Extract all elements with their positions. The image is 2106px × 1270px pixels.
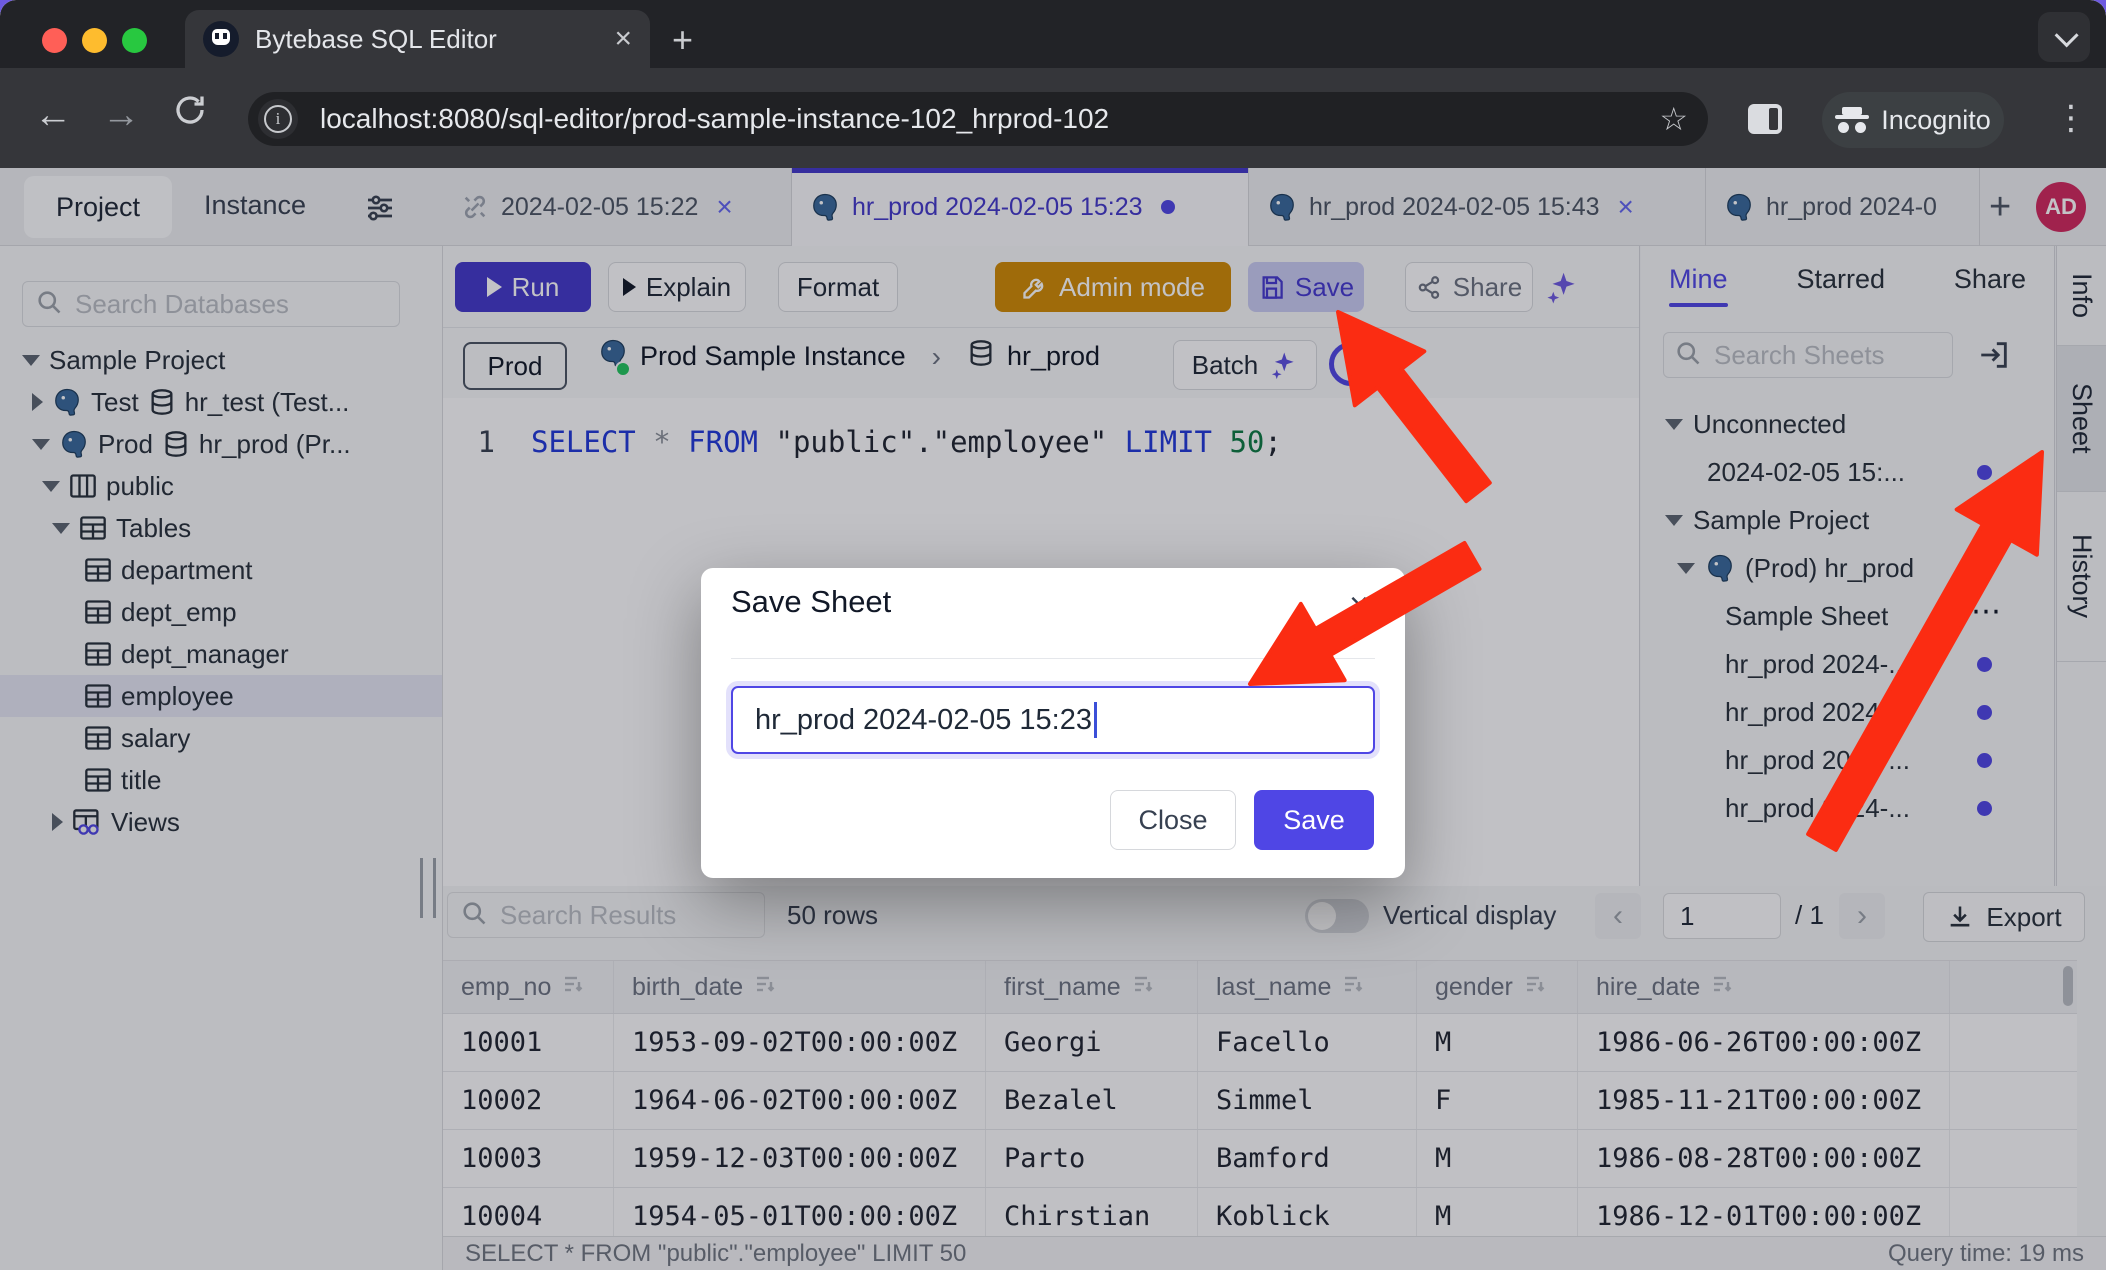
dialog-divider: [731, 658, 1375, 659]
site-info-button[interactable]: i: [258, 99, 298, 139]
save-sheet-dialog: Save Sheet × hr_prod 2024-02-05 15:23 Cl…: [701, 568, 1405, 878]
incognito-badge: Incognito: [1822, 92, 2004, 148]
window-close-button[interactable]: [42, 28, 67, 53]
sheet-name-input[interactable]: hr_prod 2024-02-05 15:23: [731, 686, 1375, 754]
back-button[interactable]: ←: [34, 94, 72, 137]
browser-chrome: Bytebase SQL Editor × + ← → i localhost:…: [0, 0, 2106, 168]
incognito-label: Incognito: [1881, 105, 1991, 136]
browser-tab-title: Bytebase SQL Editor: [255, 24, 497, 55]
window-zoom-button[interactable]: [122, 28, 147, 53]
bookmark-star-icon[interactable]: ☆: [1659, 100, 1688, 138]
text-cursor: [1094, 702, 1097, 738]
dialog-save-button[interactable]: Save: [1254, 790, 1374, 850]
reload-icon: [172, 92, 208, 128]
new-browser-tab-button[interactable]: +: [672, 22, 693, 58]
browser-menu-button[interactable]: ⋮: [2054, 98, 2088, 138]
window-minimize-button[interactable]: [82, 28, 107, 53]
tab-search-button[interactable]: [2038, 12, 2090, 62]
url-text: localhost:8080/sql-editor/prod-sample-in…: [320, 103, 1109, 135]
dialog-close-button[interactable]: Close: [1110, 790, 1236, 850]
sheet-name-value: hr_prod 2024-02-05 15:23: [755, 704, 1092, 737]
reload-button[interactable]: [172, 92, 208, 138]
browser-tab-close-icon[interactable]: ×: [614, 22, 632, 56]
screen: Bytebase SQL Editor × + ← → i localhost:…: [0, 0, 2106, 1270]
dialog-title: Save Sheet: [731, 584, 891, 620]
bytebase-favicon-icon: [203, 21, 239, 57]
incognito-icon: [1835, 107, 1869, 133]
browser-toolbar: ← → i localhost:8080/sql-editor/prod-sam…: [0, 68, 2106, 168]
dialog-close-icon[interactable]: ×: [1349, 586, 1369, 625]
forward-button[interactable]: →: [102, 94, 140, 137]
browser-tab[interactable]: Bytebase SQL Editor ×: [185, 10, 650, 68]
info-icon: i: [264, 105, 292, 133]
chevron-down-icon: [2054, 23, 2078, 47]
side-panel-icon[interactable]: [1748, 104, 1782, 134]
address-bar[interactable]: i localhost:8080/sql-editor/prod-sample-…: [248, 92, 1708, 146]
